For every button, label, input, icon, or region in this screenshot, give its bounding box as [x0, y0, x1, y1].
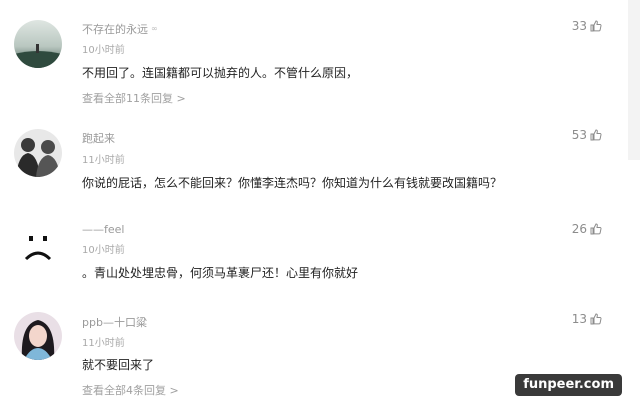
- avatar[interactable]: [14, 20, 62, 68]
- view-replies-link[interactable]: 查看全部4条回复 >: [82, 382, 179, 398]
- comment-text: 。青山处处埋忠骨，何须马革裹尸还！心里有你就好: [82, 266, 359, 280]
- vip-badge-icon: ∞: [151, 24, 158, 33]
- like-count: 26: [571, 222, 587, 236]
- like-count: 13: [571, 312, 587, 326]
- comment-text: 就不要回来了: [82, 358, 155, 372]
- avatar[interactable]: [14, 222, 62, 270]
- like-count: 53: [571, 128, 587, 142]
- view-replies-link[interactable]: 查看全部11条回复 >: [82, 90, 186, 106]
- like-button[interactable]: 26: [572, 222, 602, 236]
- watermark-logo: funpeer.com: [515, 374, 622, 396]
- thumbs-up-icon: [590, 313, 602, 325]
- comment-time: 11小时前: [82, 155, 125, 166]
- like-button[interactable]: 33: [572, 19, 602, 33]
- avatar[interactable]: [14, 129, 62, 177]
- thumbs-up-icon: [590, 223, 602, 235]
- scrollbar[interactable]: [628, 0, 640, 160]
- thumbs-up-icon: [590, 129, 602, 141]
- comment-time: 10小时前: [82, 45, 125, 56]
- comment-username[interactable]: ppb—十口粱: [82, 314, 147, 330]
- comment-time: 10小时前: [82, 245, 125, 256]
- comment-text: 不用回了。连国籍都可以抛弃的人。不管什么原因，: [82, 66, 359, 80]
- comment-text: 你说的屁话，怎么不能回来？你懂李连杰吗？你知道为什么有钱就要改国籍吗？: [82, 176, 503, 190]
- comment-username[interactable]: 跑起来: [82, 130, 115, 146]
- comment-username[interactable]: 不存在的永远: [82, 21, 148, 37]
- like-button[interactable]: 53: [572, 128, 602, 142]
- like-button[interactable]: 13: [572, 312, 602, 326]
- comment-username[interactable]: ——feel: [82, 223, 124, 236]
- like-count: 33: [571, 19, 587, 33]
- thumbs-up-icon: [590, 20, 602, 32]
- comment-time: 11小时前: [82, 338, 125, 349]
- avatar[interactable]: [14, 312, 62, 360]
